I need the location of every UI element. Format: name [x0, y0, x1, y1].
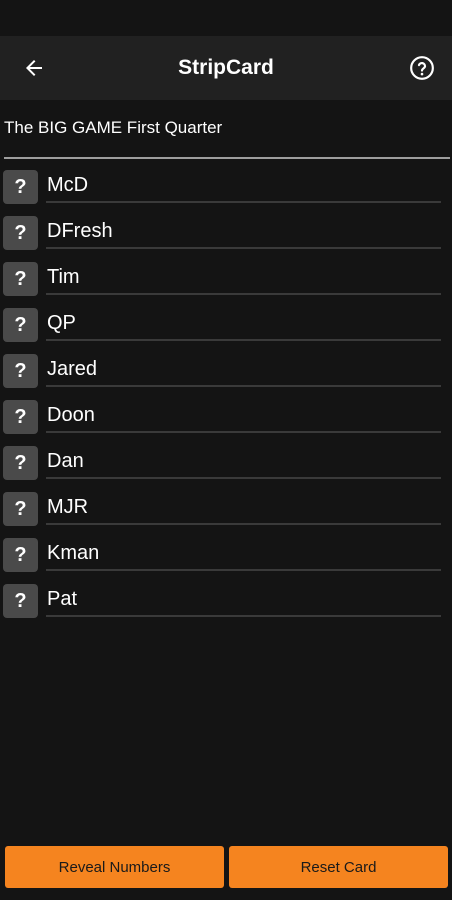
player-name: Doon — [47, 404, 95, 426]
reveal-numbers-button[interactable]: Reveal Numbers — [5, 846, 224, 888]
row-divider — [46, 339, 441, 341]
row-divider — [46, 477, 441, 479]
list-item: ? Pat — [0, 582, 452, 628]
list-item: ? DFresh — [0, 214, 452, 260]
app-bar: StripCard — [0, 36, 452, 100]
row-divider — [46, 201, 441, 203]
reset-card-button[interactable]: Reset Card — [229, 846, 448, 888]
hidden-number-badge: ? — [3, 170, 38, 204]
player-name: MJR — [47, 496, 89, 518]
status-bar — [0, 0, 452, 36]
hidden-number-badge: ? — [3, 584, 38, 618]
player-name: DFresh — [47, 220, 113, 242]
row-divider — [46, 247, 441, 249]
player-name: McD — [47, 174, 89, 196]
app-title: StripCard — [178, 56, 274, 79]
hidden-number-badge: ? — [3, 354, 38, 388]
list-item: ? Tim — [0, 260, 452, 306]
player-name: Pat — [47, 588, 78, 610]
hidden-number-badge: ? — [3, 262, 38, 296]
player-name: Jared — [47, 358, 98, 380]
row-divider — [46, 569, 441, 571]
player-name: Dan — [47, 450, 84, 472]
list-item: ? McD — [0, 168, 452, 214]
list-item: ? Jared — [0, 352, 452, 398]
list-item: ? Dan — [0, 444, 452, 490]
title-divider — [4, 157, 450, 159]
hidden-number-badge: ? — [3, 492, 38, 526]
hidden-number-badge: ? — [3, 538, 38, 572]
row-divider — [46, 293, 441, 295]
card-title: The BIG GAME First Quarter — [4, 118, 223, 137]
player-name: Kman — [47, 542, 100, 564]
hidden-number-badge: ? — [3, 400, 38, 434]
player-name: QP — [47, 312, 76, 334]
row-divider — [46, 523, 441, 525]
help-circle-icon — [410, 56, 434, 80]
player-name: Tim — [47, 266, 80, 288]
list-item: ? MJR — [0, 490, 452, 536]
list-item: ? QP — [0, 306, 452, 352]
hidden-number-badge: ? — [3, 216, 38, 250]
row-divider — [46, 615, 441, 617]
row-divider — [46, 385, 441, 387]
hidden-number-badge: ? — [3, 446, 38, 480]
action-bar: Reveal Numbers Reset Card — [0, 846, 452, 890]
help-button[interactable] — [404, 50, 440, 86]
list-item: ? Kman — [0, 536, 452, 582]
row-divider — [46, 431, 441, 433]
hidden-number-badge: ? — [3, 308, 38, 342]
player-list: ? McD ? DFresh ? Tim ? QP ? Jared ? Doon… — [0, 168, 452, 628]
list-item: ? Doon — [0, 398, 452, 444]
